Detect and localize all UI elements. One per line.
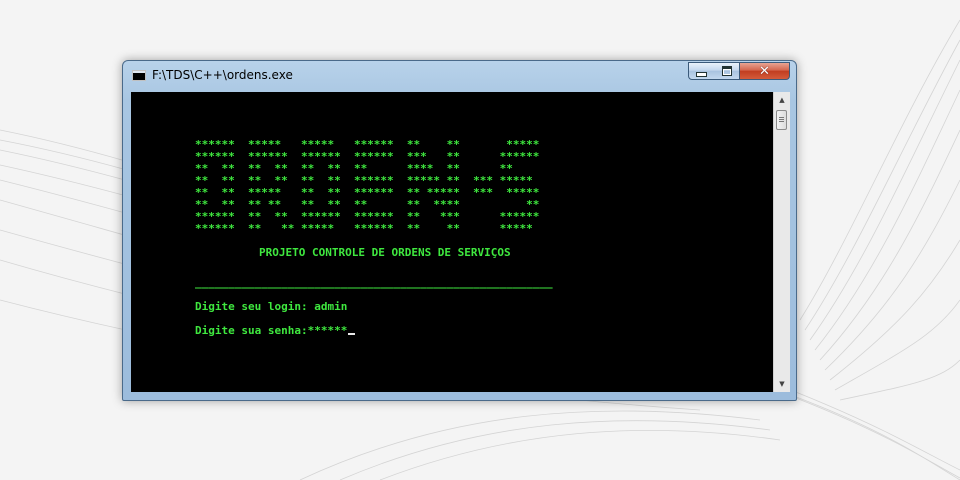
window-title: F:\TDS\C++\ordens.exe: [152, 68, 293, 82]
minimize-icon: [696, 71, 707, 77]
maximize-button[interactable]: [714, 62, 740, 80]
scroll-down-icon[interactable]: ▼: [774, 376, 790, 392]
minimize-button[interactable]: [688, 62, 715, 80]
console-text: ****** ***** ***** ****** ** ** ***** **…: [195, 139, 553, 337]
vertical-scrollbar[interactable]: ▲ ▼: [773, 92, 790, 392]
scroll-up-icon[interactable]: ▲: [774, 92, 790, 108]
close-icon: ✕: [759, 63, 770, 79]
separator-line: ________________________________________…: [195, 276, 553, 289]
login-prompt: Digite seu login: admin: [195, 300, 348, 313]
maximize-icon: [721, 66, 732, 76]
title-bar[interactable]: F:\TDS\C++\ordens.exe ✕: [123, 61, 796, 91]
console-window: F:\TDS\C++\ordens.exe ✕ ****** ***** ***…: [122, 60, 797, 401]
project-subtitle: PROJETO CONTROLE DE ORDENS DE SERVIÇOS: [259, 246, 511, 259]
console-app-icon[interactable]: [132, 70, 146, 81]
close-button[interactable]: ✕: [740, 62, 790, 80]
password-prompt-text: Digite sua senha:******: [195, 324, 348, 337]
console-output[interactable]: ****** ***** ***** ****** ** ** ***** **…: [131, 92, 773, 392]
password-prompt: Digite sua senha:******: [195, 325, 553, 337]
scroll-thumb[interactable]: [776, 110, 787, 130]
text-cursor: [348, 333, 356, 335]
banner-line: ****** ** ** ***** ****** ** ** *****: [195, 222, 533, 235]
